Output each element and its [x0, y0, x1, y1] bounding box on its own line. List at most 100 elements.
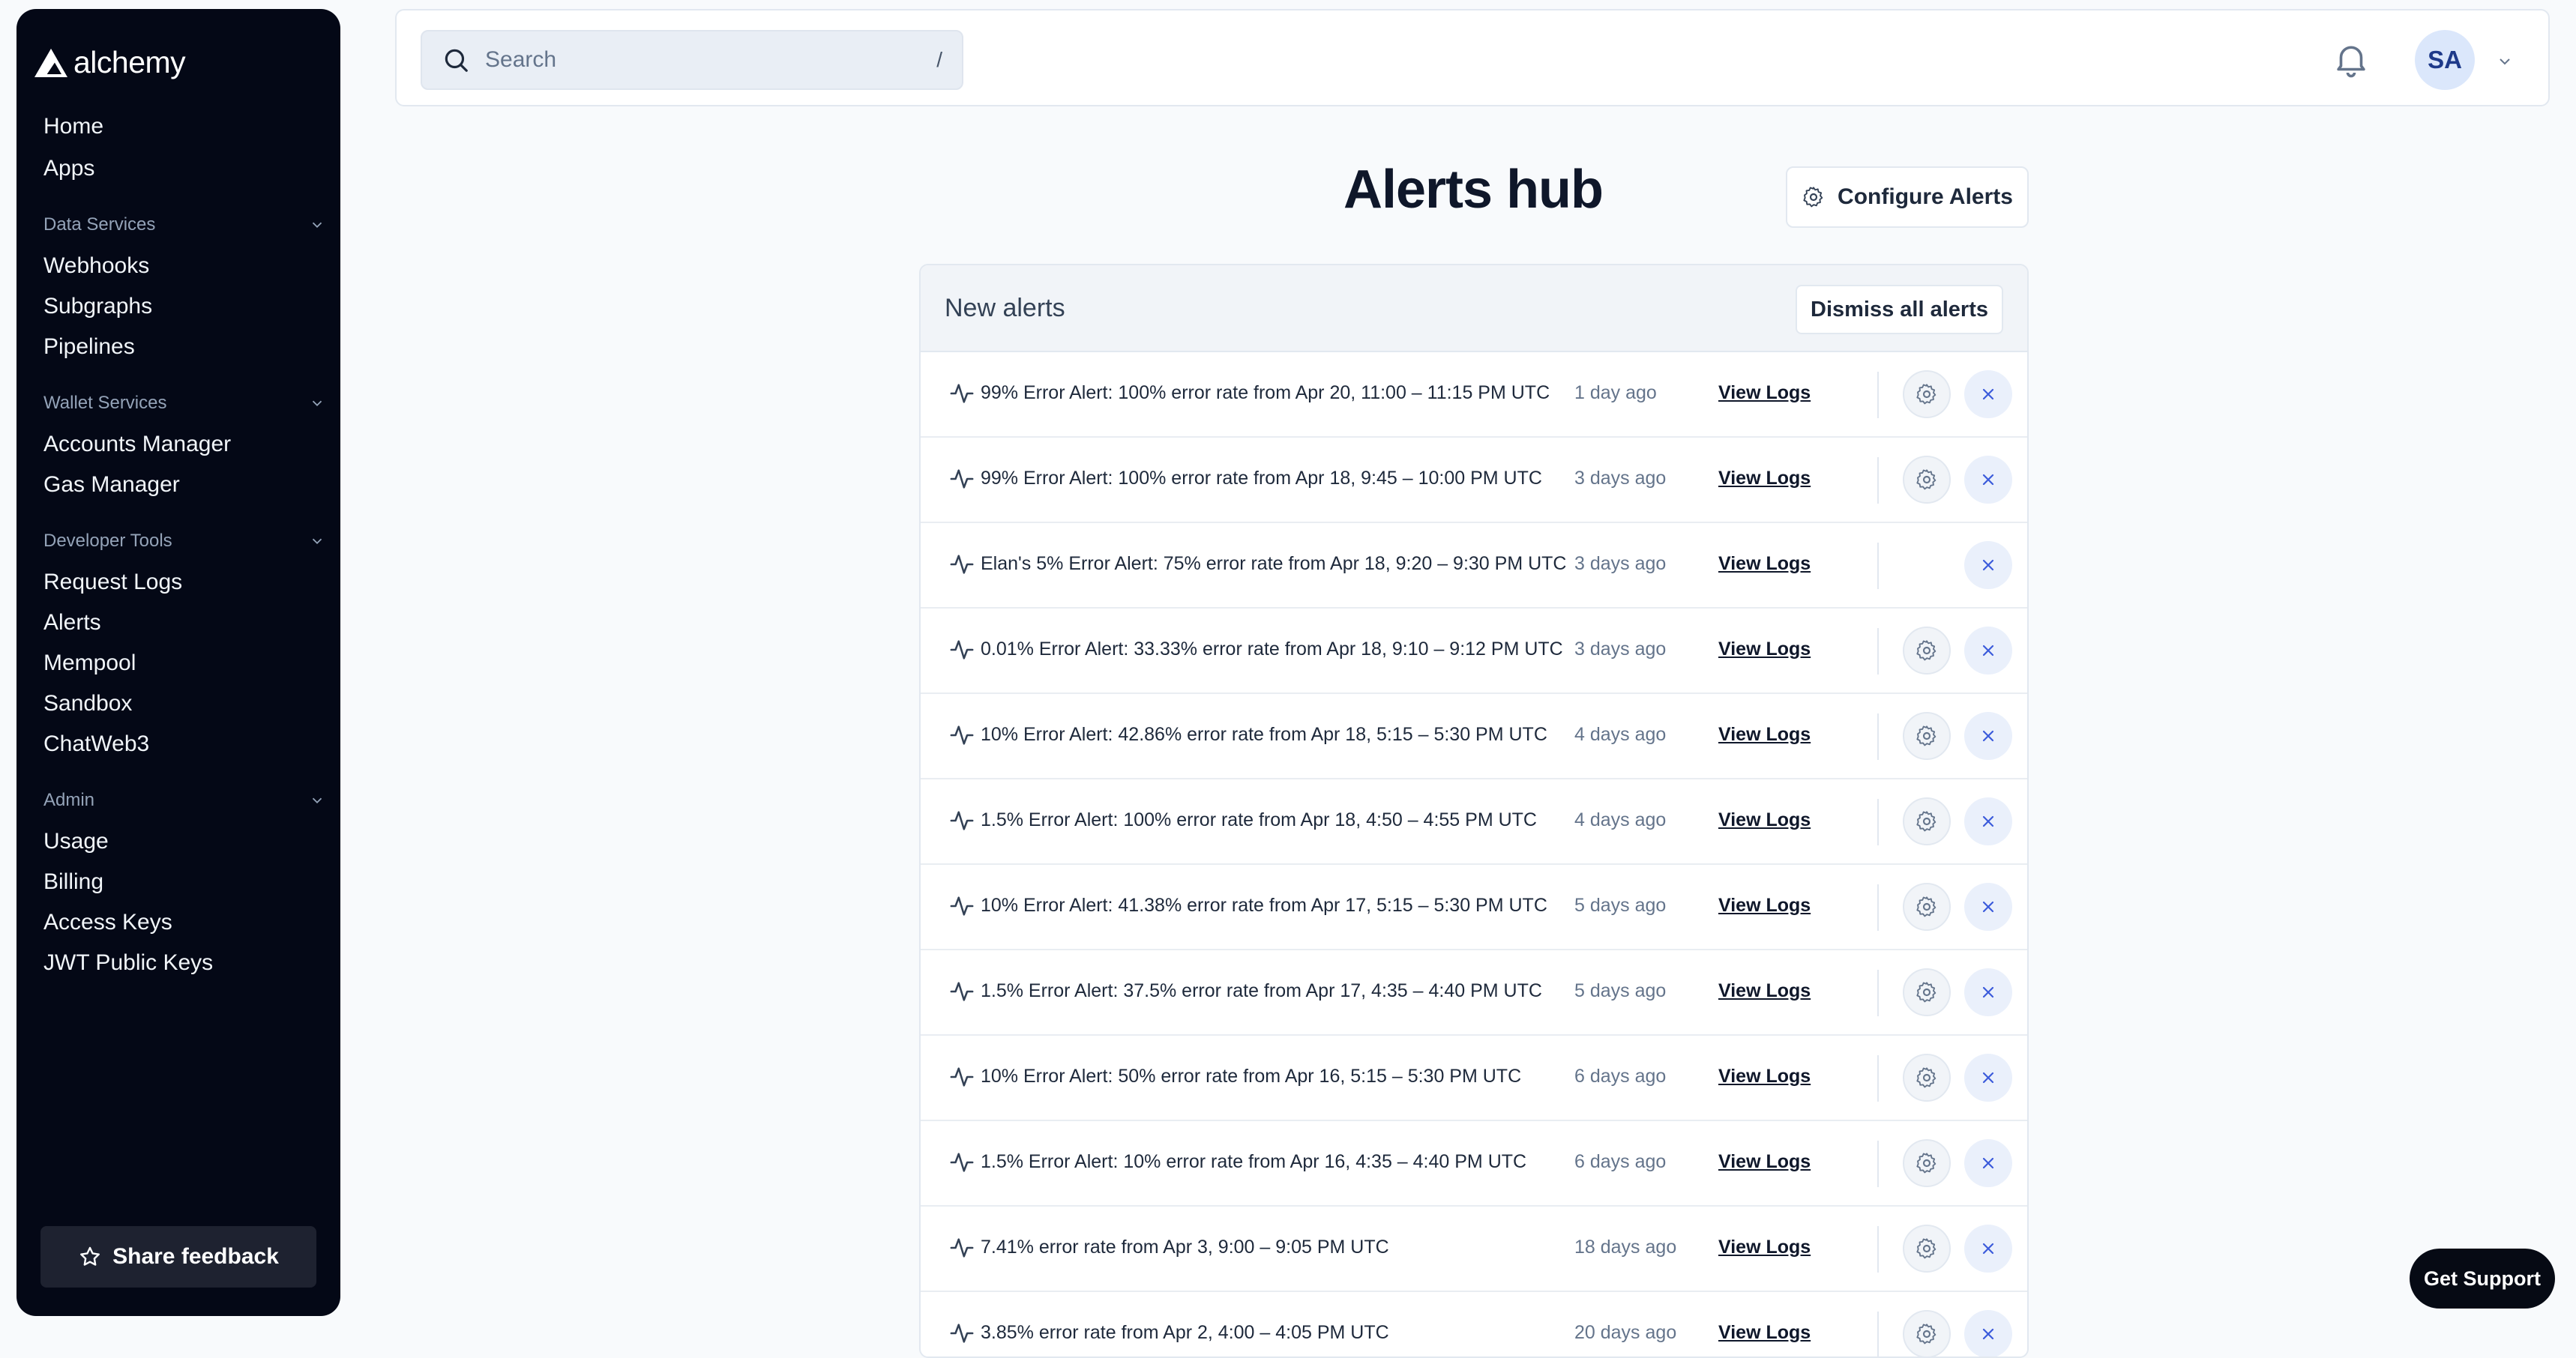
bell-icon[interactable] [2331, 39, 2371, 79]
sidebar-item-home[interactable]: Home [43, 114, 103, 139]
panel-title: New alerts [945, 294, 1065, 322]
alert-text: 7.41% error rate from Apr 3, 9:00 – 9:05… [981, 1237, 1389, 1258]
view-logs-link[interactable]: View Logs [1718, 1066, 1811, 1087]
close-icon [1982, 815, 1994, 827]
get-support-button[interactable]: Get Support [2410, 1249, 2555, 1309]
search-input[interactable] [484, 46, 924, 73]
alert-settings-button[interactable] [1903, 1225, 1951, 1273]
star-icon [80, 1246, 100, 1266]
sidebar-item-billing[interactable]: Billing [43, 869, 103, 895]
divider [1877, 457, 1879, 504]
divider [1877, 1141, 1879, 1187]
alert-time: 3 days ago [1574, 639, 1667, 660]
sidebar-section-developer-tools[interactable]: Developer Tools [43, 531, 325, 552]
divider [1877, 799, 1879, 845]
activity-icon [950, 1153, 974, 1172]
dismiss-alert-button[interactable] [1964, 968, 2012, 1016]
alert-text: 0.01% Error Alert: 33.33% error rate fro… [981, 639, 1563, 660]
view-logs-link[interactable]: View Logs [1718, 1151, 1811, 1173]
alert-row: 99% Error Alert: 100% error rate from Ap… [921, 438, 2027, 523]
sidebar-item-pipelines[interactable]: Pipelines [43, 334, 135, 360]
alert-text: 10% Error Alert: 50% error rate from Apr… [981, 1066, 1522, 1087]
sidebar-item-gas-manager[interactable]: Gas Manager [43, 472, 180, 498]
divider [1877, 713, 1879, 760]
alert-settings-button[interactable] [1903, 797, 1951, 845]
sidebar-section-wallet-services[interactable]: Wallet Services [43, 393, 325, 414]
sidebar-item-sandbox[interactable]: Sandbox [43, 691, 132, 716]
alert-text: 10% Error Alert: 41.38% error rate from … [981, 895, 1547, 916]
alert-row: 1.5% Error Alert: 10% error rate from Ap… [921, 1121, 2027, 1207]
share-feedback-button[interactable]: Share feedback [40, 1226, 316, 1288]
sidebar-item-subgraphs[interactable]: Subgraphs [43, 294, 152, 319]
dismiss-alert-button[interactable] [1964, 627, 2012, 675]
close-icon [1982, 901, 1994, 913]
close-icon [1982, 474, 1994, 486]
gear-icon [1916, 469, 1936, 490]
page-title: Alerts hub [1343, 160, 1604, 220]
alert-settings-button[interactable] [1903, 456, 1951, 504]
alert-row: 10% Error Alert: 42.86% error rate from … [921, 694, 2027, 779]
dismiss-alert-button[interactable] [1964, 883, 2012, 931]
sidebar-section-data-services[interactable]: Data Services [43, 214, 325, 235]
section-title: Developer Tools [43, 531, 172, 551]
dismiss-alert-button[interactable] [1964, 1310, 2012, 1357]
view-logs-link[interactable]: View Logs [1718, 553, 1811, 575]
sidebar-section-admin[interactable]: Admin [43, 790, 325, 811]
dismiss-alert-button[interactable] [1964, 370, 2012, 418]
view-logs-link[interactable]: View Logs [1718, 1322, 1811, 1344]
gear-icon [1916, 982, 1936, 1003]
alert-time: 6 days ago [1574, 1151, 1667, 1172]
activity-icon [950, 640, 974, 660]
alert-settings-button[interactable] [1903, 883, 1951, 931]
view-logs-link[interactable]: View Logs [1718, 809, 1811, 831]
alert-time: 18 days ago [1574, 1237, 1677, 1258]
gear-icon [1916, 896, 1936, 917]
search-bar[interactable]: / [421, 30, 963, 90]
dismiss-alert-button[interactable] [1964, 456, 2012, 504]
sidebar-item-usage[interactable]: Usage [43, 829, 109, 854]
alert-settings-button[interactable] [1903, 627, 1951, 675]
sidebar-item-request-logs[interactable]: Request Logs [43, 570, 182, 595]
sidebar-item-mempool[interactable]: Mempool [43, 651, 136, 676]
dismiss-alert-button[interactable] [1964, 1225, 2012, 1273]
search-icon [445, 49, 468, 72]
alert-settings-button[interactable] [1903, 712, 1951, 760]
gear-icon [1916, 1153, 1936, 1174]
alert-text: 99% Error Alert: 100% error rate from Ap… [981, 468, 1542, 489]
alert-settings-button[interactable] [1903, 1310, 1951, 1357]
view-logs-link[interactable]: View Logs [1718, 639, 1811, 660]
view-logs-link[interactable]: View Logs [1718, 468, 1811, 489]
alert-settings-button[interactable] [1903, 1054, 1951, 1102]
configure-alerts-button[interactable]: Configure Alerts [1786, 166, 2029, 228]
alert-settings-button[interactable] [1903, 370, 1951, 418]
view-logs-link[interactable]: View Logs [1718, 980, 1811, 1002]
activity-icon [950, 982, 974, 1001]
sidebar-item-chatweb3[interactable]: ChatWeb3 [43, 731, 149, 757]
alert-time: 3 days ago [1574, 468, 1667, 489]
avatar[interactable]: SA [2415, 30, 2475, 90]
activity-icon [950, 725, 974, 745]
dismiss-alert-button[interactable] [1964, 541, 2012, 589]
divider [1877, 1055, 1879, 1102]
alert-settings-button[interactable] [1903, 968, 1951, 1016]
view-logs-link[interactable]: View Logs [1718, 382, 1811, 404]
sidebar-item-accounts-manager[interactable]: Accounts Manager [43, 432, 231, 457]
sidebar-item-webhooks[interactable]: Webhooks [43, 253, 149, 279]
view-logs-link[interactable]: View Logs [1718, 895, 1811, 917]
dismiss-alert-button[interactable] [1964, 797, 2012, 845]
dismiss-alert-button[interactable] [1964, 1054, 2012, 1102]
dismiss-alert-button[interactable] [1964, 712, 2012, 760]
sidebar-item-apps[interactable]: Apps [43, 156, 94, 181]
search-shortcut-hint: / [936, 48, 942, 71]
sidebar-item-access-keys[interactable]: Access Keys [43, 910, 172, 935]
sidebar-item-alerts[interactable]: Alerts [43, 610, 101, 636]
dismiss-alert-button[interactable] [1964, 1139, 2012, 1187]
alchemy-logo[interactable]: alchemy [33, 45, 186, 80]
view-logs-link[interactable]: View Logs [1718, 1237, 1811, 1258]
alert-settings-button[interactable] [1903, 1139, 1951, 1187]
sidebar-item-jwt-public-keys[interactable]: JWT Public Keys [43, 950, 213, 976]
dismiss-all-button[interactable]: Dismiss all alerts [1796, 285, 2003, 334]
chevron-down-icon[interactable] [2496, 52, 2514, 70]
view-logs-link[interactable]: View Logs [1718, 724, 1811, 746]
alert-time: 4 days ago [1574, 724, 1667, 745]
